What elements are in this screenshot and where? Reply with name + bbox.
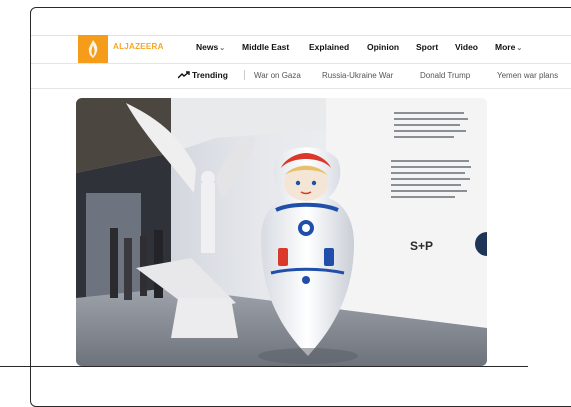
trending-label-text: Trending [192, 70, 228, 80]
hero-sign-text: S+P [410, 239, 433, 253]
aljazeera-logo[interactable] [78, 35, 108, 63]
bottom-rule [0, 366, 528, 367]
hero-photo: S+P [76, 98, 487, 366]
trending-item-donald-trump[interactable]: Donald Trump [420, 71, 470, 80]
nav-explained[interactable]: Explained [309, 42, 349, 52]
trending-bar [31, 63, 571, 89]
nav-middle-east[interactable]: Middle East [242, 42, 289, 52]
nav-more-label: More [495, 42, 516, 52]
nav-news[interactable]: News⌄ [196, 42, 225, 52]
trending-divider [244, 70, 245, 80]
nav-video[interactable]: Video [455, 42, 478, 52]
hero-image[interactable]: S+P [76, 98, 487, 366]
nav-opinion[interactable]: Opinion [367, 42, 399, 52]
trending-label: Trending [178, 70, 228, 80]
nav-news-label: News [196, 42, 219, 52]
trending-item-yemen-war-plans[interactable]: Yemen war plans [497, 71, 558, 80]
logo-wordmark[interactable]: ALJAZEERA [113, 42, 164, 51]
nav-more[interactable]: More⌄ [495, 42, 522, 52]
site-header [31, 35, 571, 64]
trending-icon [178, 71, 190, 79]
nav-sport[interactable]: Sport [416, 42, 438, 52]
trending-item-russia-ukraine[interactable]: Russia-Ukraine War [322, 71, 393, 80]
trending-item-war-on-gaza[interactable]: War on Gaza [254, 71, 301, 80]
chevron-down-icon: ⌄ [219, 45, 226, 52]
chevron-down-icon: ⌄ [516, 45, 523, 52]
logo-flame-icon [88, 40, 98, 58]
